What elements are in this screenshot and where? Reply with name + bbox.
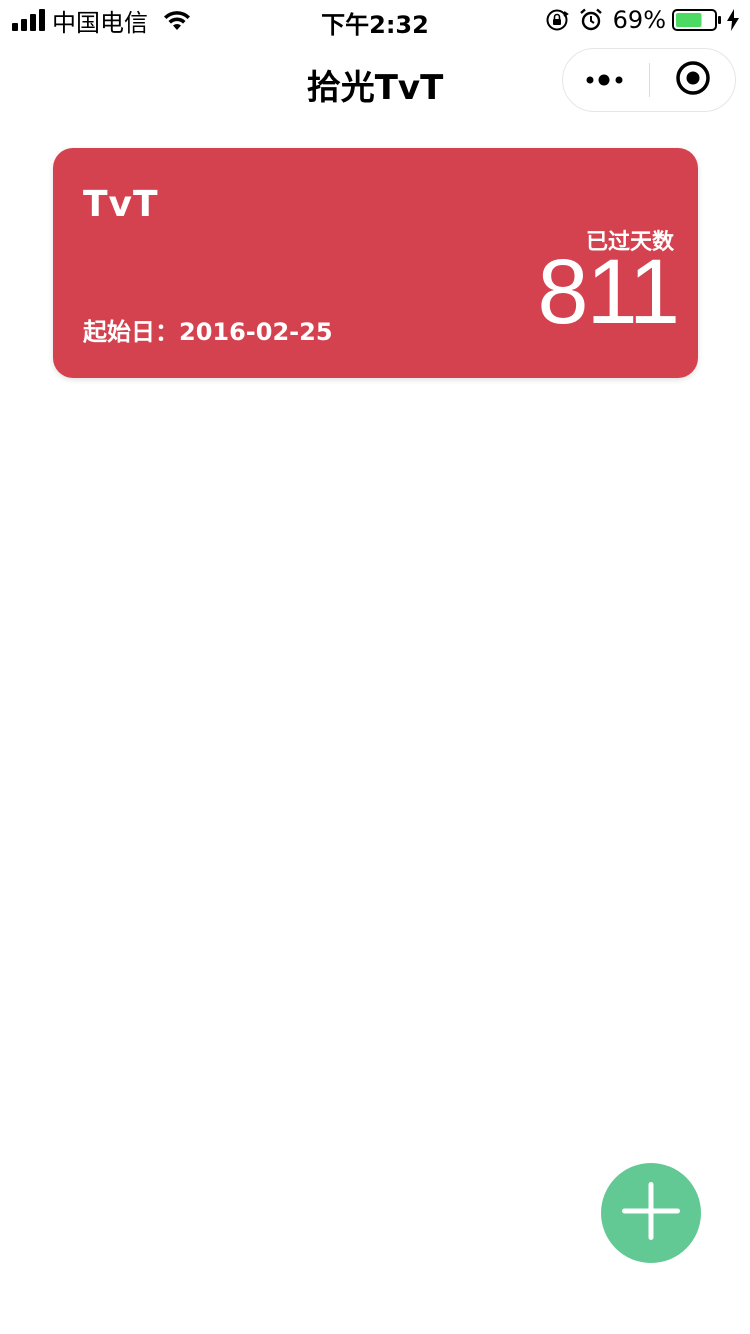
days-passed-value: 811	[537, 241, 680, 343]
app-screen: 中国电信 下午2:32 69% 拾光TvT TvT 起始日：2016-02-25…	[0, 0, 750, 1334]
charging-icon	[726, 9, 740, 31]
more-button[interactable]	[563, 49, 649, 111]
status-right: 69%	[545, 6, 740, 34]
close-miniprogram-button[interactable]	[650, 49, 736, 111]
more-dots-icon	[586, 71, 626, 90]
plus-icon	[620, 1180, 682, 1246]
anniversary-card[interactable]: TvT 起始日：2016-02-25 已过天数 811	[53, 148, 698, 378]
start-date-label: 起始日：	[83, 318, 179, 346]
alarm-icon	[579, 8, 603, 32]
menu-capsule	[562, 48, 736, 112]
start-date-value: 2016-02-25	[179, 318, 333, 346]
navigation-bar: 拾光TvT	[0, 40, 750, 124]
start-date-row: 起始日：2016-02-25	[83, 312, 333, 347]
rotation-lock-icon	[545, 8, 569, 32]
target-circle-icon	[675, 60, 711, 100]
add-button[interactable]	[601, 1163, 701, 1263]
battery-percent: 69%	[612, 6, 666, 34]
status-bar: 中国电信 下午2:32 69%	[0, 0, 750, 40]
battery-icon	[672, 8, 722, 32]
card-title: TvT	[83, 184, 159, 225]
